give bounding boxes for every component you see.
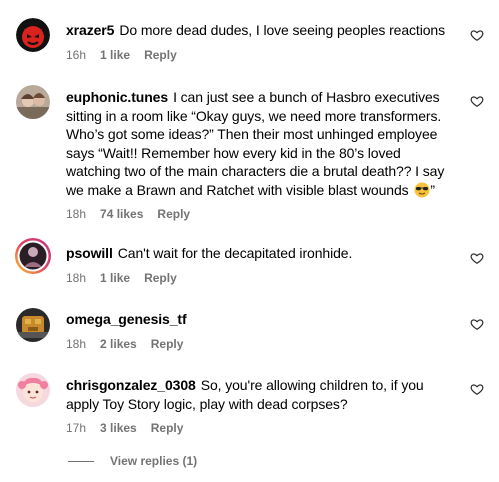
comment-time[interactable]: 18h (66, 337, 86, 351)
comment-text-block: omega_genesis_tf (66, 310, 456, 329)
like-heart-icon[interactable] (470, 94, 484, 108)
comment-text-block: xrazer5 Do more dead dudes, I love seeing… (66, 21, 456, 40)
comment-meta: 16h 1 like Reply (66, 48, 456, 62)
comment-text: Can't wait for the decapitated ironhide. (117, 245, 353, 261)
comment-username[interactable]: psowill (66, 245, 113, 261)
comment-meta: 18h 2 likes Reply (66, 337, 456, 351)
comment-text: I can just see a bunch of Hasbro executi… (66, 89, 445, 198)
view-replies-label: View replies (1) (110, 454, 198, 468)
comment-username[interactable]: euphonic.tunes (66, 89, 168, 105)
avatar[interactable] (16, 85, 50, 119)
comment-time[interactable]: 17h (66, 421, 86, 435)
like-heart-icon[interactable] (470, 28, 484, 42)
avatar[interactable] (16, 308, 50, 342)
comment-meta: 18h 74 likes Reply (66, 207, 456, 221)
view-replies-button[interactable]: View replies (1) (68, 454, 197, 468)
reply-button[interactable]: Reply (144, 48, 177, 62)
like-heart-icon[interactable] (470, 382, 484, 396)
comment-text: Do more dead dudes, I love seeing people… (119, 22, 446, 38)
avatar[interactable] (14, 237, 52, 275)
comment-time[interactable]: 18h (66, 207, 86, 221)
avatar[interactable] (16, 18, 50, 52)
comment-text-block: euphonic.tunes I can just see a bunch of … (66, 88, 456, 199)
comment-time[interactable]: 16h (66, 48, 86, 62)
like-heart-icon[interactable] (470, 317, 484, 331)
comment-meta: 17h 3 likes Reply (66, 421, 456, 435)
replies-divider-line (68, 460, 94, 462)
comment-time[interactable]: 18h (66, 271, 86, 285)
sunglasses-emoji-icon (414, 182, 430, 197)
comment-body: euphonic.tunes I can just see a bunch of … (66, 88, 456, 221)
comment-text-end: ” (430, 181, 435, 198)
comment-likes[interactable]: 2 likes (100, 337, 137, 351)
avatar[interactable] (16, 373, 50, 407)
comment-body: xrazer5 Do more dead dudes, I love seeing… (66, 21, 456, 62)
comment-meta: 18h 1 like Reply (66, 271, 456, 285)
comment-body: chrisgonzalez_0308 So, you're allowing ch… (66, 376, 456, 435)
comment-username[interactable]: omega_genesis_tf (66, 311, 187, 327)
reply-button[interactable]: Reply (151, 337, 184, 351)
comment-likes[interactable]: 1 like (100, 48, 130, 62)
comment-text-block: chrisgonzalez_0308 So, you're allowing ch… (66, 376, 456, 413)
reply-button[interactable]: Reply (151, 421, 184, 435)
comment-username[interactable]: chrisgonzalez_0308 (66, 377, 196, 393)
comment-likes[interactable]: 1 like (100, 271, 130, 285)
comment-body: psowill Can't wait for the decapitated ir… (66, 244, 456, 285)
reply-button[interactable]: Reply (144, 271, 177, 285)
comment-likes[interactable]: 3 likes (100, 421, 137, 435)
comment-username[interactable]: xrazer5 (66, 22, 114, 38)
reply-button[interactable]: Reply (157, 207, 190, 221)
comment-body: omega_genesis_tf 18h 2 likes Reply (66, 310, 456, 351)
comment-likes[interactable]: 74 likes (100, 207, 143, 221)
like-heart-icon[interactable] (470, 251, 484, 265)
comment-text-block: psowill Can't wait for the decapitated ir… (66, 244, 456, 263)
